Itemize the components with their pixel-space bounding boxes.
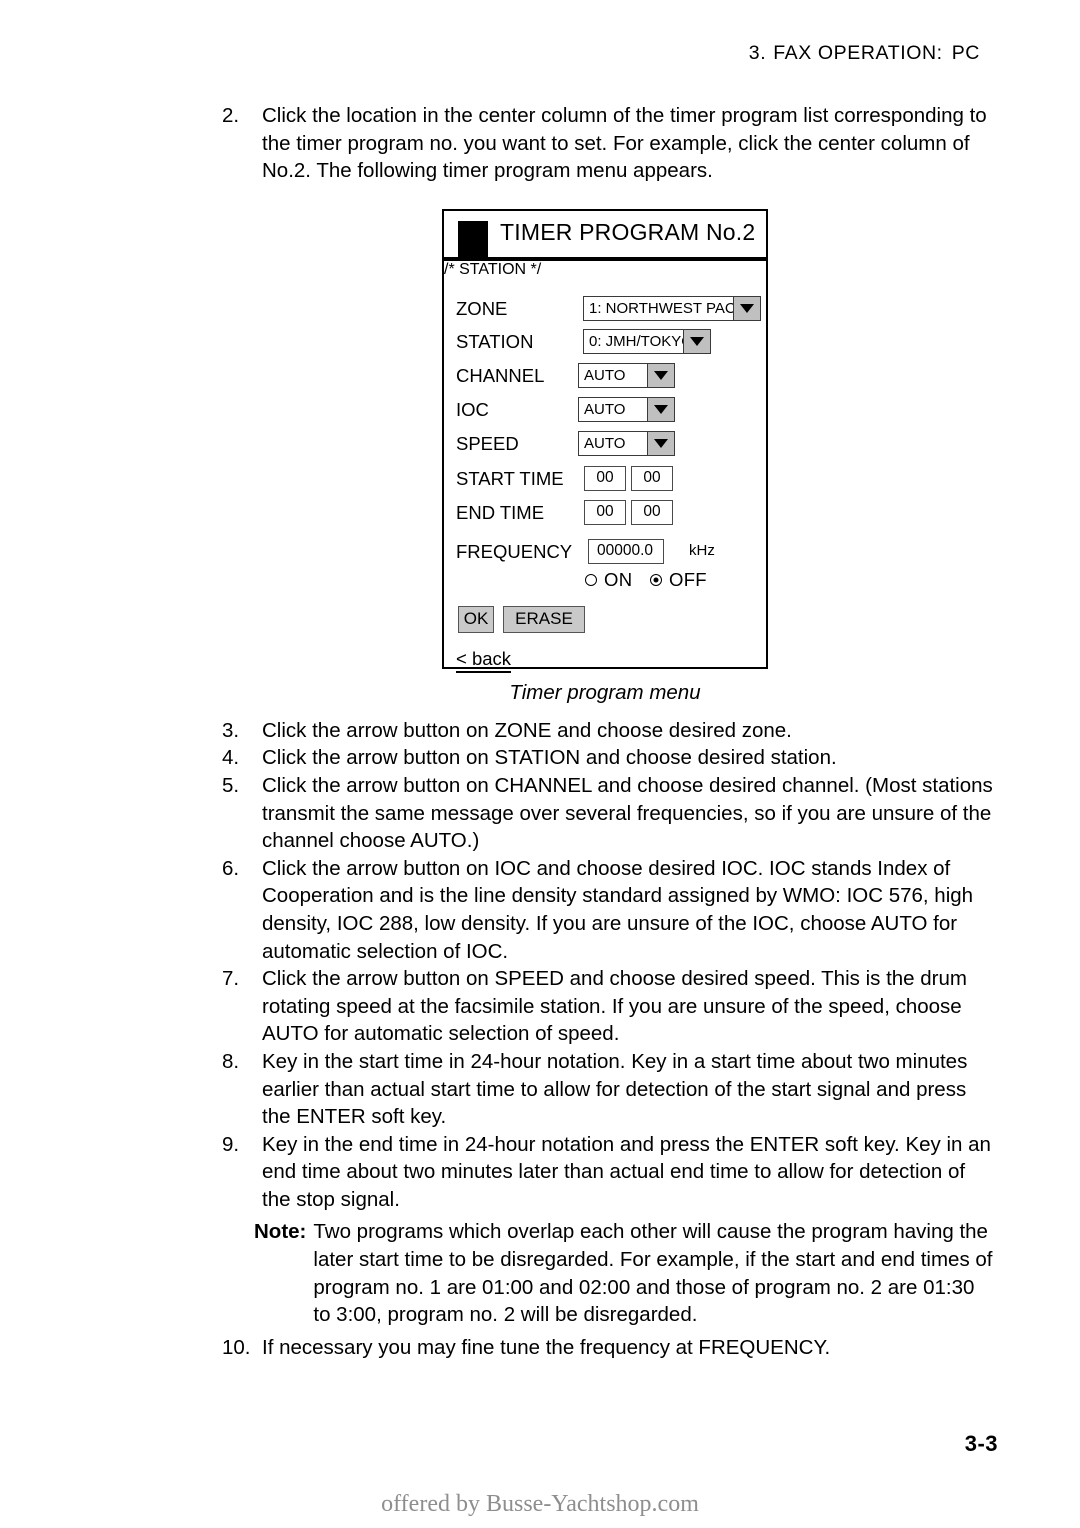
channel-value: AUTO [584, 366, 626, 384]
field-row-start-time: START TIME 00 00 [444, 465, 766, 492]
list-item-marker: 7. [222, 967, 240, 991]
field-row-zone: ZONE 1: NORTHWEST PACIFIC [444, 295, 766, 322]
station-label: STATION [456, 330, 534, 352]
start-time-hours-input[interactable]: 00 [584, 465, 626, 491]
start-time-minutes-input[interactable]: 00 [631, 465, 673, 491]
frequency-label: FREQUENCY [456, 540, 573, 562]
figure-caption: Timer program menu [509, 680, 701, 704]
list-item-marker: 3. [222, 718, 240, 742]
header-chapter-scope: PC [951, 42, 980, 64]
list-item-text: Click the arrow button on CHANNEL and ch… [262, 773, 993, 853]
speed-label: SPEED [456, 432, 519, 454]
frequency-unit-label: kHz [689, 541, 715, 559]
list-item: 8. Key in the start time in 24-hour nota… [222, 1048, 994, 1131]
frequency-power-radio-group: ON OFF [444, 569, 766, 591]
list-item-marker: 10. [222, 1335, 251, 1359]
list-item: 2. Click the location in the center colu… [222, 102, 994, 185]
field-row-ioc: IOC AUTO [444, 396, 766, 423]
list-item: 4. Click the arrow button on STATION and… [222, 744, 994, 772]
radio-off-label: OFF [669, 568, 707, 590]
page-content: 2. Click the location in the center colu… [222, 102, 994, 1361]
list-item-text: Click the arrow button on STATION and ch… [262, 746, 837, 770]
dialog-titlebar: TIMER PROGRAM No.2 [444, 211, 766, 261]
chevron-down-icon[interactable] [647, 397, 674, 421]
ioc-select[interactable]: AUTO [578, 396, 675, 422]
list-item-text: Key in the end time in 24-hour notation … [262, 1132, 991, 1211]
list-item-text: Click the arrow button on IOC and choose… [262, 856, 974, 963]
timer-program-dialog: TIMER PROGRAM No.2 ZONE 1: NORTHWEST PAC… [442, 208, 768, 673]
dialog-title: TIMER PROGRAM No.2 [500, 218, 756, 245]
list-item-text: Click the arrow button on ZONE and choos… [262, 718, 792, 742]
note-label: Note: [254, 1220, 307, 1244]
channel-select[interactable]: AUTO [578, 362, 675, 388]
list-item: 3. Click the arrow button on ZONE and ch… [222, 717, 994, 745]
zone-select[interactable]: 1: NORTHWEST PACIFIC [583, 295, 761, 321]
watermark: offered by Busse-Yachtshop.com [381, 1491, 699, 1517]
figure-timer-program-menu: TIMER PROGRAM No.2 ZONE 1: NORTHWEST PAC… [222, 208, 994, 717]
field-row-station: STATION 0: JMH/TOKYO 1 [444, 328, 766, 355]
list-item-text: Click the location in the center column … [262, 104, 987, 183]
header-chapter-number: 3. [748, 42, 767, 64]
erase-button[interactable]: ERASE [503, 605, 585, 633]
back-link[interactable]: < back [456, 648, 512, 673]
channel-label: CHANNEL [456, 364, 545, 386]
end-time-hours-input[interactable]: 00 [584, 499, 626, 525]
end-time-label: END TIME [456, 501, 545, 523]
field-row-end-time: END TIME 00 00 [444, 499, 766, 526]
note-block: Note: Two programs which overlap each ot… [254, 1218, 994, 1328]
page-number: 3-3 [964, 1431, 998, 1456]
chevron-down-icon[interactable] [733, 296, 760, 320]
station-select[interactable]: 0: JMH/TOKYO 1 [583, 328, 711, 354]
station-value: 0: JMH/TOKYO 1 [589, 332, 683, 350]
running-header: 3. FAX OPERATION: PC [749, 42, 980, 65]
speed-value: AUTO [584, 434, 626, 452]
list-item-marker: 4. [222, 746, 240, 770]
list-item-marker: 2. [222, 104, 240, 127]
zone-label: ZONE [456, 297, 508, 319]
end-time-minutes-input[interactable]: 00 [631, 499, 673, 525]
field-row-channel: CHANNEL AUTO [444, 362, 766, 389]
ok-button[interactable]: OK [458, 605, 494, 633]
dialog-body: ZONE 1: NORTHWEST PACIFIC /* STATION */ … [444, 261, 766, 673]
radio-on-label: ON [604, 568, 633, 590]
radio-on[interactable]: ON [585, 569, 632, 591]
radio-unselected-icon [585, 573, 597, 586]
zone-value: 1: NORTHWEST PACIFIC [589, 299, 733, 317]
list-item: 6. Click the arrow button on IOC and cho… [222, 855, 994, 965]
list-item: 7. Click the arrow button on SPEED and c… [222, 965, 994, 1048]
radio-off[interactable]: OFF [650, 569, 707, 591]
field-row-speed: SPEED AUTO [444, 430, 766, 457]
chevron-down-icon[interactable] [647, 431, 674, 455]
list-item-marker: 8. [222, 1049, 240, 1073]
dialog-button-row: OK ERASE [458, 605, 585, 633]
chevron-down-icon[interactable] [647, 363, 674, 387]
list-item: 5. Click the arrow button on CHANNEL and… [222, 772, 994, 855]
start-time-label: START TIME [456, 467, 564, 489]
menu-marker-icon [458, 220, 488, 261]
header-chapter-title: FAX OPERATION: [773, 42, 943, 64]
note-text: Two programs which overlap each other wi… [313, 1220, 993, 1327]
list-item: 10. If necessary you may fine tune the f… [222, 1334, 994, 1362]
frequency-input[interactable]: 00000.0 [588, 538, 664, 564]
list-item-marker: 6. [222, 856, 240, 880]
list-item-marker: 5. [222, 773, 240, 797]
list-item: 9. Key in the end time in 24-hour notati… [222, 1131, 994, 1214]
chevron-down-icon[interactable] [683, 329, 710, 353]
list-item-marker: 9. [222, 1132, 240, 1156]
speed-select[interactable]: AUTO [578, 430, 675, 456]
ioc-value: AUTO [584, 400, 626, 418]
ioc-label: IOC [456, 398, 489, 420]
list-item-text: Click the arrow button on SPEED and choo… [262, 967, 967, 1046]
list-item-text: Key in the start time in 24-hour notatio… [262, 1049, 968, 1129]
radio-selected-icon [650, 573, 662, 586]
field-row-frequency: FREQUENCY 00000.0 kHz [444, 538, 766, 565]
list-item-text: If necessary you may fine tune the frequ… [262, 1335, 831, 1359]
